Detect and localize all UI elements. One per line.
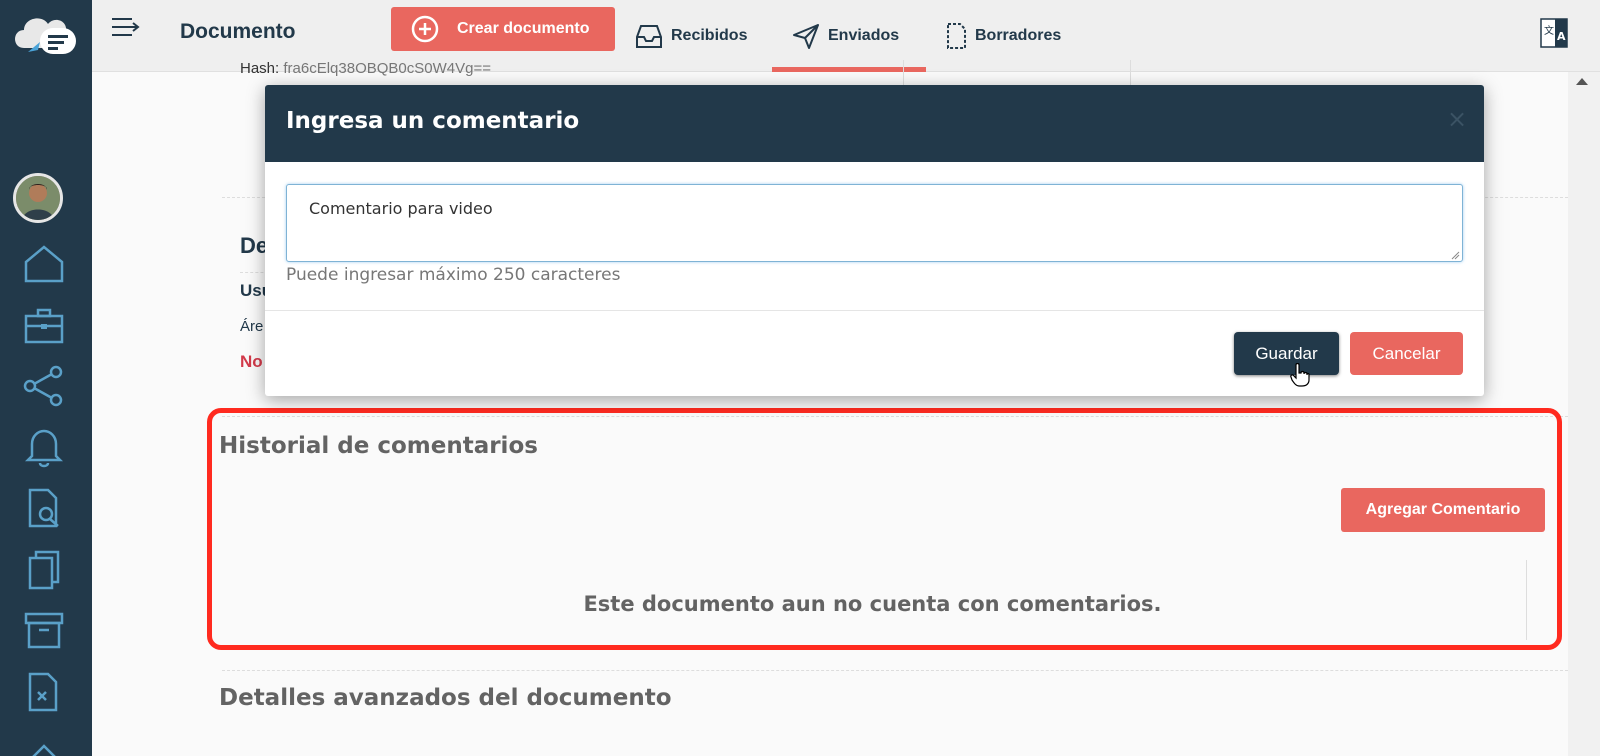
scroll-up-icon[interactable]	[1576, 78, 1588, 85]
page-title: Documento	[180, 20, 296, 43]
hash-label: Hash:	[240, 60, 280, 77]
tab-recibidos-label: Recibidos	[671, 27, 748, 44]
send-icon	[793, 24, 819, 49]
document-search-icon[interactable]	[20, 484, 68, 532]
create-document-button[interactable]: Crear documento	[391, 7, 615, 51]
divider	[265, 310, 1484, 311]
more-icon[interactable]	[20, 728, 68, 756]
sidebar	[0, 0, 92, 756]
close-icon[interactable]: ×	[1447, 105, 1467, 133]
home-icon[interactable]	[20, 240, 68, 288]
tab-enviados-label: Enviados	[828, 27, 900, 44]
app-logo-icon[interactable]	[10, 8, 80, 60]
comment-modal: Ingresa un comentario × Comentario para …	[265, 85, 1484, 396]
svg-text:文: 文	[1544, 24, 1554, 37]
modal-title: Ingresa un comentario	[286, 108, 580, 134]
hash-text: Hash: fra6cElq38OBQB0cS0W4Vg==	[240, 60, 491, 77]
divider	[222, 670, 1568, 671]
briefcase-icon[interactable]	[20, 302, 68, 350]
share-icon[interactable]	[20, 362, 68, 410]
tab-borradores-label: Borradores	[975, 27, 1062, 44]
modal-header: Ingresa un comentario ×	[265, 85, 1484, 162]
comment-input[interactable]: Comentario para video	[286, 184, 1463, 262]
tab-recibidos[interactable]: Recibidos	[635, 0, 747, 72]
document-x-icon[interactable]	[20, 668, 68, 716]
hand-cursor-icon	[1290, 363, 1310, 387]
cancel-button[interactable]: Cancelar	[1350, 332, 1463, 375]
translate-icon[interactable]: 文 A	[1540, 18, 1568, 48]
bell-icon[interactable]	[20, 422, 68, 470]
partial-heading: De	[240, 233, 269, 258]
draft-icon	[947, 23, 966, 49]
save-button[interactable]: Guardar	[1234, 332, 1339, 375]
archive-icon[interactable]	[20, 606, 68, 654]
plus-circle-icon	[411, 15, 439, 43]
svg-text:A: A	[1557, 30, 1566, 43]
copy-icon[interactable]	[20, 546, 68, 594]
inbox-icon	[636, 25, 662, 48]
create-document-label: Crear documento	[457, 20, 590, 37]
partial-red-label: No	[240, 352, 263, 371]
hash-value: fra6cElq38OBQB0cS0W4Vg==	[283, 60, 491, 77]
avatar[interactable]	[13, 173, 63, 223]
character-limit-hint: Puede ingresar máximo 250 caracteres	[286, 265, 621, 285]
advanced-details-title: Detalles avanzados del documento	[219, 685, 672, 711]
scrollbar[interactable]	[1568, 72, 1600, 756]
highlight-annotation	[207, 408, 1562, 650]
resize-grip-icon[interactable]	[1450, 250, 1460, 260]
partial-area-label: Áre	[240, 318, 264, 335]
menu-toggle-icon[interactable]	[110, 16, 140, 40]
